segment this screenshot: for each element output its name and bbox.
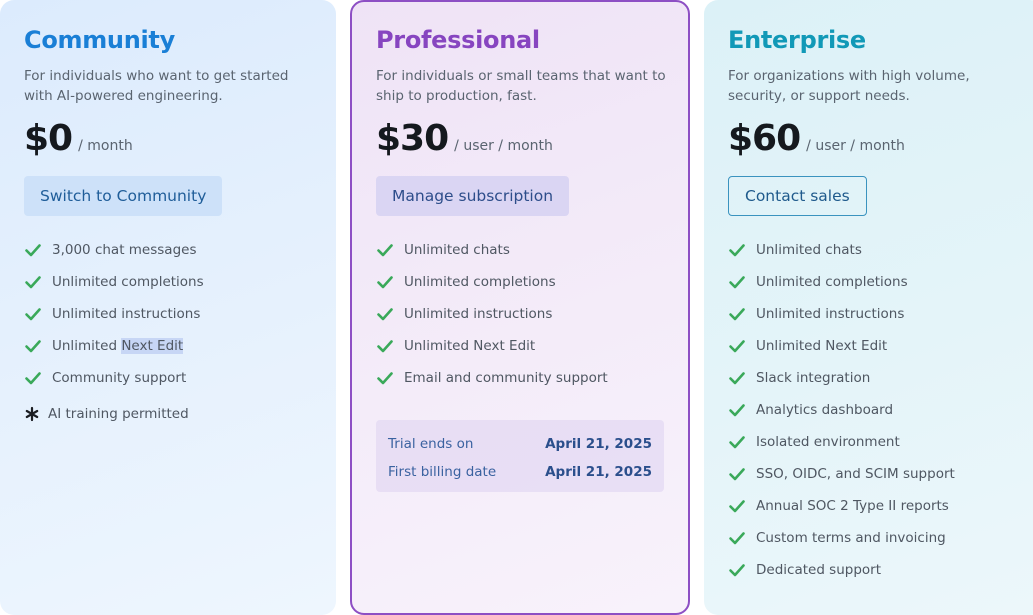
- selected-text-highlight: Next Edit: [121, 338, 184, 354]
- plan-card-community: Community For individuals who want to ge…: [0, 0, 336, 615]
- price-row: $0 / month: [24, 118, 312, 162]
- check-icon: [729, 372, 745, 385]
- price-period: / month: [78, 138, 133, 154]
- plan-description: For individuals or small teams that want…: [376, 68, 666, 104]
- feature-item: Custom terms and invoicing: [728, 522, 1020, 554]
- feature-item: SSO, OIDC, and SCIM support: [728, 458, 1020, 490]
- feature-text: 3,000 chat messages: [52, 242, 197, 258]
- check-icon: [729, 340, 745, 353]
- check-icon: [729, 564, 745, 577]
- feature-item: Unlimited Next Edit: [24, 330, 312, 362]
- ai-training-note: AI training permitted: [24, 402, 312, 426]
- feature-item: Unlimited instructions: [24, 298, 312, 330]
- trial-info-box: Trial ends on April 21, 2025 First billi…: [376, 420, 664, 492]
- check-icon: [729, 244, 745, 257]
- plan-price: $60: [728, 118, 801, 159]
- feature-item: Unlimited Next Edit: [728, 330, 1020, 362]
- feature-text: Unlimited chats: [404, 242, 510, 258]
- check-icon: [377, 244, 393, 257]
- feature-list: Unlimited chats Unlimited completions Unli…: [376, 234, 664, 394]
- asterisk-icon: [25, 406, 39, 422]
- feature-text: Custom terms and invoicing: [756, 530, 946, 546]
- feature-text: Email and community support: [404, 370, 608, 386]
- feature-item: 3,000 chat messages: [24, 234, 312, 266]
- feature-text: Annual SOC 2 Type II reports: [756, 498, 949, 514]
- feature-item: Email and community support: [376, 362, 664, 394]
- price-period: / user / month: [806, 138, 905, 154]
- feature-text: Unlimited Next Edit: [756, 338, 888, 354]
- feature-list: Unlimited chats Unlimited completions Unli…: [728, 234, 1020, 586]
- price-period: / user / month: [454, 138, 553, 154]
- price-row: $30 / user / month: [376, 118, 664, 162]
- feature-item: Unlimited Next Edit: [376, 330, 664, 362]
- check-icon: [729, 532, 745, 545]
- feature-item: Isolated environment: [728, 426, 1020, 458]
- feature-item: Annual SOC 2 Type II reports: [728, 490, 1020, 522]
- trial-ends-value: April 21, 2025: [545, 436, 652, 452]
- check-icon: [729, 308, 745, 321]
- plan-name: Enterprise: [728, 26, 866, 54]
- feature-text: Unlimited instructions: [52, 306, 201, 322]
- feature-item: Dedicated support: [728, 554, 1020, 586]
- plan-description: For organizations with high volume, secu…: [728, 68, 970, 104]
- plan-price: $30: [376, 118, 449, 159]
- check-icon: [729, 500, 745, 513]
- feature-text: Unlimited Next Edit: [52, 338, 184, 354]
- switch-to-community-button[interactable]: Switch to Community: [24, 176, 223, 216]
- plan-description: For individuals who want to get started …: [24, 68, 289, 104]
- feature-item: Unlimited completions: [376, 266, 664, 298]
- check-icon: [729, 276, 745, 289]
- feature-item: Slack integration: [728, 362, 1020, 394]
- check-icon: [377, 340, 393, 353]
- check-icon: [25, 308, 41, 321]
- feature-item: Unlimited instructions: [376, 298, 664, 330]
- check-icon: [729, 436, 745, 449]
- feature-text: Slack integration: [756, 370, 871, 386]
- feature-item: Unlimited completions: [728, 266, 1020, 298]
- check-icon: [377, 372, 393, 385]
- check-icon: [377, 308, 393, 321]
- feature-text: Unlimited completions: [756, 274, 908, 290]
- feature-text: Unlimited instructions: [756, 306, 905, 322]
- check-icon: [729, 468, 745, 481]
- feature-item: Unlimited chats: [376, 234, 664, 266]
- check-icon: [25, 276, 41, 289]
- price-row: $60 / user / month: [728, 118, 1020, 162]
- feature-item: Unlimited chats: [728, 234, 1020, 266]
- feature-item: Unlimited completions: [24, 266, 312, 298]
- plan-price: $0: [24, 118, 73, 159]
- feature-text-prefix: Unlimited: [52, 338, 122, 354]
- feature-text: Isolated environment: [756, 434, 900, 450]
- feature-text: Unlimited chats: [756, 242, 862, 258]
- plan-card-enterprise: Enterprise For organizations with high v…: [704, 0, 1033, 615]
- feature-text: Dedicated support: [756, 562, 882, 578]
- feature-text: Analytics dashboard: [756, 402, 894, 418]
- feature-text: SSO, OIDC, and SCIM support: [756, 466, 955, 482]
- manage-subscription-button[interactable]: Manage subscription: [376, 176, 570, 216]
- feature-text: Unlimited completions: [404, 274, 556, 290]
- feature-item: Analytics dashboard: [728, 394, 1020, 426]
- check-icon: [729, 404, 745, 417]
- note-text: AI training permitted: [48, 406, 189, 422]
- first-billing-row: First billing date April 21, 2025: [388, 458, 652, 486]
- feature-item: Community support: [24, 362, 312, 394]
- plan-name: Community: [24, 26, 175, 54]
- contact-sales-button[interactable]: Contact sales: [728, 176, 867, 216]
- plan-card-professional: Professional For individuals or small te…: [350, 0, 690, 615]
- check-icon: [377, 276, 393, 289]
- plan-name: Professional: [376, 26, 540, 54]
- feature-item: Unlimited instructions: [728, 298, 1020, 330]
- check-icon: [25, 372, 41, 385]
- first-billing-value: April 21, 2025: [545, 464, 652, 480]
- check-icon: [25, 244, 41, 257]
- trial-ends-row: Trial ends on April 21, 2025: [388, 430, 652, 458]
- feature-text: Community support: [52, 370, 187, 386]
- feature-text: Unlimited completions: [52, 274, 204, 290]
- feature-list: 3,000 chat messages Unlimited completions…: [24, 234, 312, 394]
- trial-ends-label: Trial ends on: [388, 436, 474, 452]
- feature-text: Unlimited instructions: [404, 306, 553, 322]
- feature-text: Unlimited Next Edit: [404, 338, 536, 354]
- check-icon: [25, 340, 41, 353]
- first-billing-label: First billing date: [388, 464, 497, 480]
